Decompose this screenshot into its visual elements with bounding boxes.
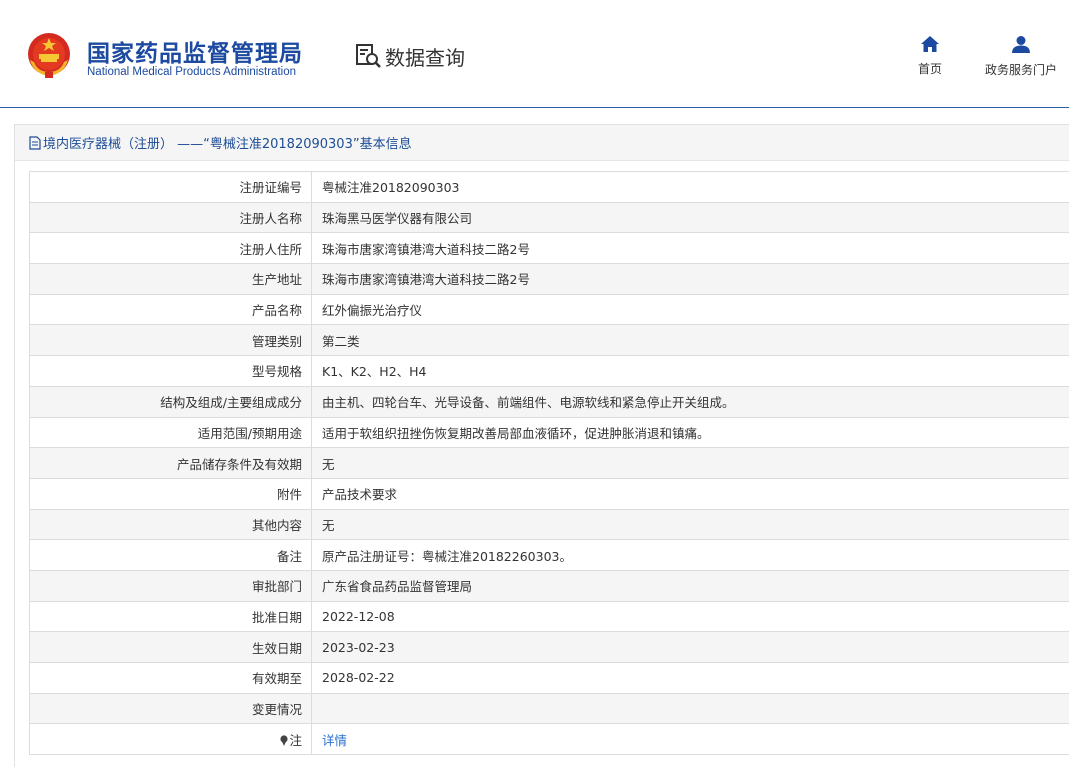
field-label: 型号规格 [29, 355, 312, 387]
table-row: 其他内容无 [29, 508, 1069, 541]
table-row: 注册证编号 粤械注准20182090303 [29, 171, 1069, 203]
panel-title-bar: 境内医疗器械（注册） ——“粤械注准20182090303”基本信息 [15, 125, 1069, 161]
data-query-label: 数据查询 [385, 45, 465, 70]
field-label: 注册证编号 [29, 171, 312, 203]
nav-home-link[interactable]: 首页 [912, 36, 948, 77]
field-value: 红外偏振光治疗仪 [311, 293, 1069, 326]
table-row: 型号规格 K1、K2、H2、H4 [29, 355, 1069, 387]
field-label: 管理类别 [29, 324, 312, 357]
field-value: 无 [311, 447, 1069, 479]
field-value [311, 692, 1069, 725]
field-value: K1、K2、H2、H4 [311, 355, 1069, 387]
field-label: 注册人住所 [29, 232, 312, 265]
field-value: 第二类 [311, 324, 1069, 357]
document-icon [29, 135, 41, 150]
field-value: 珠海市唐家湾镇港湾大道科技二路2号 [311, 232, 1069, 265]
home-icon [921, 36, 939, 52]
field-label: 附件 [29, 477, 312, 510]
detail-panel: 境内医疗器械（注册） ——“粤械注准20182090303”基本信息 注册证编号… [14, 124, 1069, 767]
national-emblem-icon[interactable] [24, 30, 74, 80]
field-label: 其他内容 [29, 508, 312, 541]
nav-portal-label: 政务服务门户 [984, 63, 1057, 77]
table-row: 产品名称 红外偏振光治疗仪 [29, 293, 1069, 326]
field-value: 珠海黑马医学仪器有限公司 [311, 201, 1069, 234]
field-value: 产品技术要求 [311, 477, 1069, 510]
field-value: 2023-02-23 [311, 631, 1069, 663]
header-divider [0, 107, 1069, 108]
field-value: 原产品注册证号：粤械注准20182260303。 [311, 539, 1069, 571]
table-row-note: 注 详情 [29, 723, 1069, 756]
document-search-icon [356, 44, 381, 68]
user-icon [1012, 36, 1030, 53]
field-value: 粤械注准20182090303 [311, 171, 1069, 203]
data-query-section-title: 数据查询 [355, 41, 465, 71]
nav-home-label: 首页 [917, 62, 942, 76]
field-label: 有效期至 [29, 662, 312, 694]
site-header: 国家药品监督管理局 National Medical Products Admi… [0, 0, 1069, 107]
field-value: 适用于软组织扭挫伤恢复期改善局部血液循环，促进肿胀消退和镇痛。 [311, 416, 1069, 449]
table-row: 注册人名称 珠海黑马医学仪器有限公司 [29, 201, 1069, 234]
field-label: 生效日期 [29, 631, 312, 663]
table-row: 附件 产品技术要求 [29, 477, 1069, 510]
table-row: 备注 原产品注册证号：粤械注准20182260303。 [29, 539, 1069, 571]
field-label: 生产地址 [29, 263, 312, 295]
details-link[interactable]: 详情 [322, 733, 347, 748]
nav-portal-link[interactable]: 政务服务门户 [978, 36, 1064, 78]
field-label: 审批部门 [29, 569, 312, 602]
field-value: 2028-02-22 [311, 662, 1069, 694]
registration-info-table: 注册证编号 粤械注准20182090303 注册人名称 珠海黑马医学仪器有限公司 注册人… [29, 171, 1069, 756]
table-row: 管理类别 第二类 [29, 324, 1069, 357]
field-label: 变更情况 [29, 692, 312, 725]
table-row: 适用范围/预期用途 适用于软组织扭挫伤恢复期改善局部血液循环，促进肿胀消退和镇痛。 [29, 416, 1069, 449]
note-label: 注 [289, 732, 302, 748]
field-label: 批准日期 [29, 600, 312, 633]
pin-icon [280, 735, 289, 746]
field-value: 广东省食品药品监督管理局 [311, 569, 1069, 602]
field-label: 适用范围/预期用途 [29, 416, 312, 449]
panel-title: 境内医疗器械（注册） ——“粤械注准20182090303”基本信息 [43, 137, 412, 152]
table-row: 结构及组成/主要组成成分 由主机、四轮台车、光导设备、前端组件、电源软线和紧急停止… [29, 385, 1069, 418]
field-value: 无 [311, 508, 1069, 541]
table-row: 批准日期 2022-12-08 [29, 600, 1069, 633]
field-value: 珠海市唐家湾镇港湾大道科技二路2号 [311, 263, 1069, 295]
field-label: 备注 [29, 539, 312, 571]
field-label: 产品名称 [29, 293, 312, 326]
field-label: 注册人名称 [29, 201, 312, 234]
field-value: 详情 [311, 723, 1069, 756]
table-row: 注册人住所 珠海市唐家湾镇港湾大道科技二路2号 [29, 232, 1069, 265]
table-row: 生效日期 2023-02-23 [29, 631, 1069, 663]
field-value: 2022-12-08 [311, 600, 1069, 633]
field-value: 由主机、四轮台车、光导设备、前端组件、电源软线和紧急停止开关组成。 [311, 385, 1069, 418]
table-row: 产品储存条件及有效期无 [29, 447, 1069, 479]
field-label: 结构及组成/主要组成成分 [29, 385, 312, 418]
field-label: 注 [29, 723, 312, 756]
logo-title-cn[interactable]: 国家药品监督管理局 [87, 34, 303, 68]
table-row: 变更情况 [29, 692, 1069, 725]
field-label: 产品储存条件及有效期 [29, 447, 312, 479]
table-row: 审批部门 广东省食品药品监督管理局 [29, 569, 1069, 602]
logo-title-en[interactable]: National Medical Products Administration [87, 66, 296, 78]
table-row: 有效期至 2028-02-22 [29, 662, 1069, 694]
table-row: 生产地址 珠海市唐家湾镇港湾大道科技二路2号 [29, 263, 1069, 295]
